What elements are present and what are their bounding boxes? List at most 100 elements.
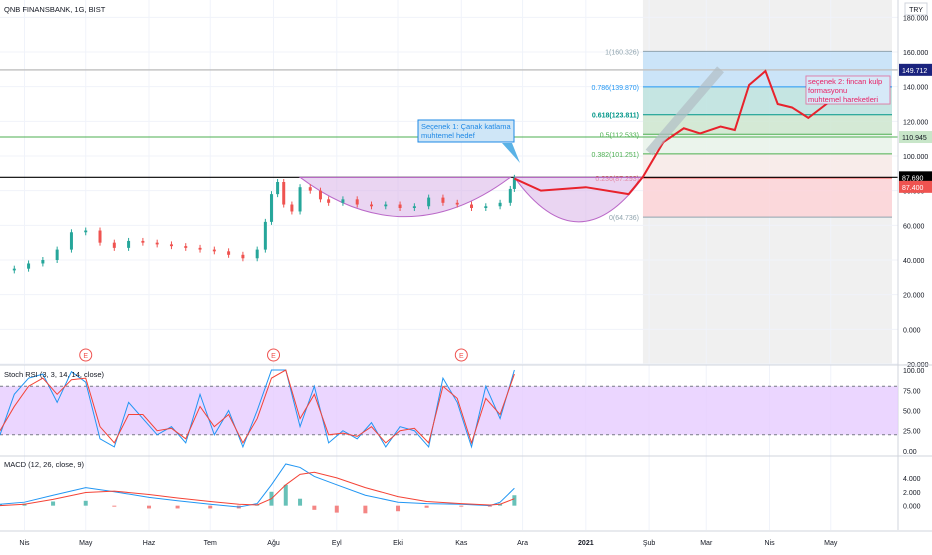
price-label: 110.945 <box>902 135 927 142</box>
chart-canvas: 1(160.326) 0.786(139.870) 0.618(123.811) 0.… <box>0 0 932 547</box>
candle-body <box>498 202 502 207</box>
macd-histogram-bar <box>298 498 303 506</box>
rsi-axis-tick: 50.00 <box>903 409 921 416</box>
fib-band <box>642 153 892 179</box>
candle-body <box>27 263 31 269</box>
macd-histogram-bar <box>363 505 368 514</box>
candle-body <box>427 197 431 207</box>
macd-histogram-bar <box>208 505 213 509</box>
candle-body <box>308 187 312 191</box>
candle-body <box>282 182 286 205</box>
candle-body <box>127 240 131 248</box>
macd-histogram-bar <box>283 484 288 506</box>
candle-body <box>508 188 512 203</box>
candle-body <box>41 260 45 264</box>
candle-body <box>263 221 267 250</box>
rsi-axis-tick: 25.00 <box>903 429 921 436</box>
callout-text-option2: formasyonu <box>808 86 847 95</box>
time-axis-tick: Ağu <box>267 540 280 547</box>
callout-pointer-option1 <box>502 143 520 163</box>
candle-body <box>290 204 294 212</box>
earnings-label: E <box>83 353 88 360</box>
fib-level-label: 0.786(139.870) <box>591 85 638 92</box>
candle-body <box>198 247 202 250</box>
callout-text-option1: muhtemel hedef <box>421 131 476 140</box>
fib-level-label: 0.382(101.251) <box>591 152 638 159</box>
time-axis-tick: Mar <box>700 540 713 547</box>
candle-body <box>269 194 273 222</box>
time-axis-tick: Ara <box>517 540 528 547</box>
candle-body <box>484 206 488 208</box>
price-axis-tick: 120.000 <box>903 119 928 126</box>
candle-body <box>327 199 331 203</box>
candle-body <box>341 199 345 203</box>
candle-body <box>141 240 145 243</box>
macd-histogram-bar <box>396 505 401 512</box>
macd-axis-tick: 0.000 <box>903 504 921 511</box>
candle-body <box>355 199 359 205</box>
currency-label: TRY <box>909 7 923 14</box>
candle-body <box>227 251 231 255</box>
candle-body <box>441 197 445 203</box>
candle-body <box>470 204 474 208</box>
candle-body <box>398 204 402 208</box>
fib-level-label: 1(160.326) <box>605 49 639 56</box>
price-axis-tick: 0.000 <box>903 327 921 334</box>
candle-body <box>212 249 216 252</box>
fib-band <box>642 178 892 218</box>
macd-histogram-bar <box>51 501 56 506</box>
callout-text-option2: seçenek 2: fincan kulp <box>808 77 882 86</box>
candle-body <box>69 232 73 250</box>
callout-text-option1: Seçenek 1: Çanak katlama <box>421 122 511 131</box>
price-axis-tick: 100.000 <box>903 154 928 161</box>
macd-histogram-bar <box>147 505 152 509</box>
rsi-axis-tick: 75.00 <box>903 388 921 395</box>
candle-body <box>98 230 102 243</box>
trading-chart: 1(160.326) 0.786(139.870) 0.618(123.811) 0.… <box>0 0 932 550</box>
candle-body <box>369 204 373 207</box>
candle-body <box>318 190 322 200</box>
macd-histogram-bar <box>175 505 180 509</box>
price-axis-tick: 60.000 <box>903 223 925 230</box>
candle-body <box>55 249 59 260</box>
time-axis-tick: Eyl <box>332 540 342 547</box>
macd-histogram-bar <box>459 505 464 507</box>
time-axis-tick: Tem <box>204 540 217 547</box>
time-axis-tick: Kas <box>455 540 468 547</box>
price-axis-tick: 180.000 <box>903 15 928 22</box>
fib-level-label: 0(64.736) <box>609 215 639 222</box>
fib-level-label: 0.5(112.533) <box>600 132 639 139</box>
rsi-title: Stoch RSI (3, 3, 14, 14, close) <box>4 370 105 379</box>
macd-histogram-bar <box>112 505 117 507</box>
time-axis-tick: Nis <box>764 540 775 547</box>
time-axis-tick: 2021 <box>578 540 594 547</box>
time-axis-tick: Haz <box>143 540 156 547</box>
chart-title: QNB FINANSBANK, 1G, BIST <box>4 5 106 14</box>
candle-body <box>155 242 159 245</box>
candle-body <box>412 206 416 208</box>
candle-body <box>384 204 388 207</box>
time-axis-tick: Nis <box>19 540 30 547</box>
macd-histogram-bar <box>312 505 317 510</box>
price-axis-tick: 140.000 <box>903 85 928 92</box>
time-axis-tick: May <box>79 540 93 547</box>
price-label: 87.400 <box>902 185 924 192</box>
macd-line-macd <box>0 463 515 508</box>
time-axis-tick: Şub <box>643 540 656 547</box>
macd-axis-tick: 2.000 <box>903 490 921 497</box>
candle-body <box>169 244 173 247</box>
price-axis-tick: 160.000 <box>903 50 928 57</box>
candle-body <box>455 202 459 205</box>
candle-body <box>12 268 16 271</box>
price-axis-tick: 40.000 <box>903 258 925 265</box>
rsi-axis-tick: 100.00 <box>903 368 925 375</box>
candle-body <box>84 230 88 233</box>
candle-body <box>112 242 116 248</box>
candle-body <box>241 254 245 259</box>
earnings-label: E <box>459 353 464 360</box>
macd-line-signal <box>0 471 515 507</box>
fib-level-label: 0.618(123.811) <box>592 113 639 120</box>
time-axis-tick: Eki <box>393 540 403 547</box>
macd-histogram-bar <box>83 500 88 506</box>
rsi-band <box>0 386 898 435</box>
